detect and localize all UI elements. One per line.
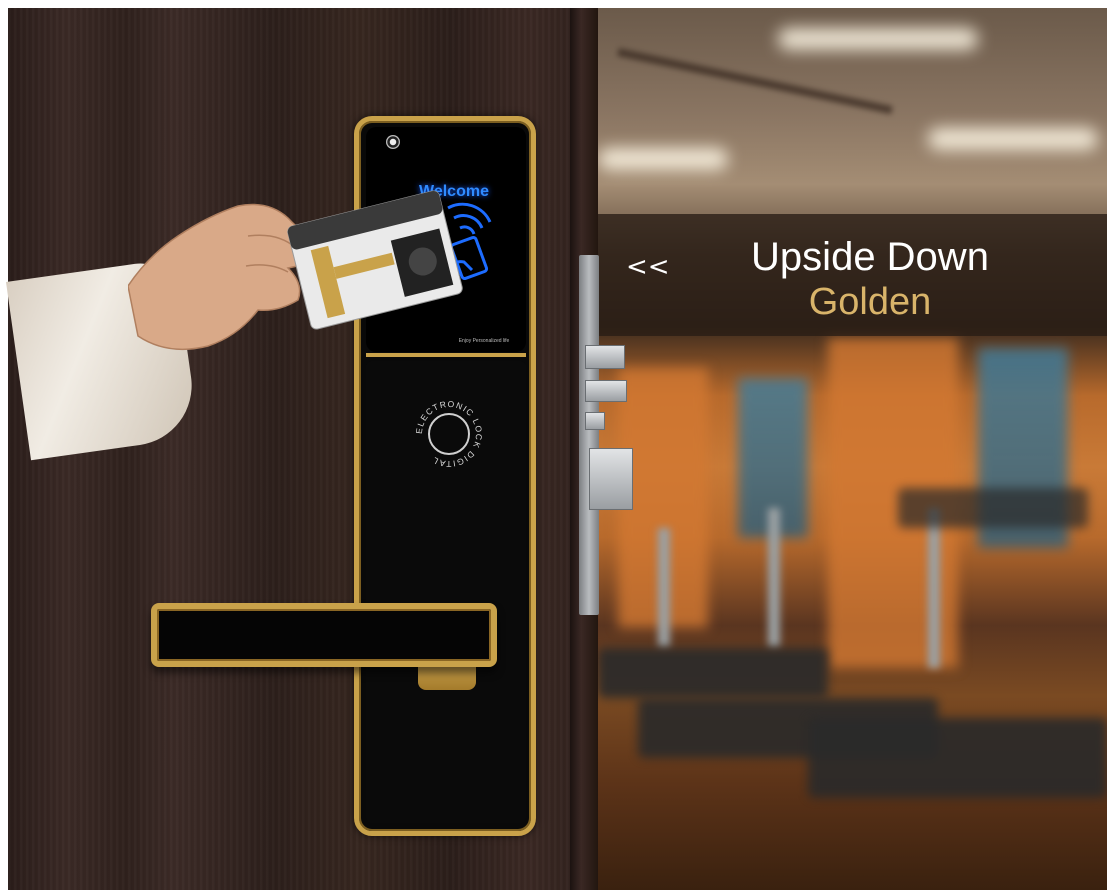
door-lever-handle[interactable]	[151, 603, 497, 667]
circular-card-reader-icon: ELECTRONIC LOCK DIGITAL	[414, 399, 484, 469]
lock-tagline: Enjoy Personalized life	[458, 338, 510, 344]
latch-bolt	[585, 412, 605, 430]
camera-sensor-icon	[386, 135, 400, 149]
hand	[128, 203, 322, 351]
product-photo: << Upside Down Golden Welcome Enjoy Pers…	[0, 0, 1107, 890]
banner-subtitle: Golden	[808, 281, 932, 323]
gym-background	[598, 8, 1107, 890]
reader-ring-text: ELECTRONIC LOCK DIGITAL	[414, 399, 483, 469]
banner-title: Upside Down	[751, 235, 989, 279]
double-left-arrow-icon: <<	[626, 252, 670, 282]
latch-bolt	[585, 380, 627, 402]
svg-text:ELECTRONIC LOCK DIGITAL: ELECTRONIC LOCK DIGITAL	[414, 399, 484, 469]
deadbolt	[589, 448, 633, 510]
lock-strike-plate	[579, 255, 599, 615]
gold-divider	[366, 353, 526, 357]
latch-bolt	[585, 345, 625, 369]
